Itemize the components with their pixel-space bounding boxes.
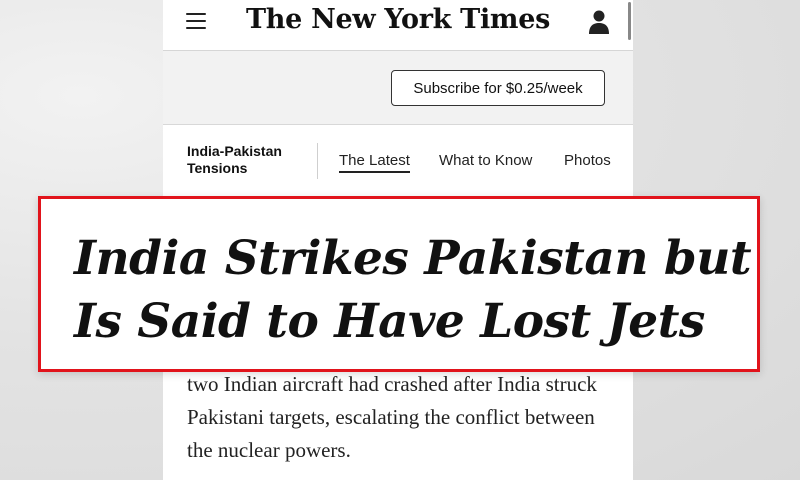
user-account-icon[interactable]: [587, 9, 611, 35]
top-bar: The New York Times: [163, 0, 633, 51]
scrollbar[interactable]: [628, 2, 631, 40]
subscribe-button[interactable]: Subscribe for $0.25/week: [391, 70, 605, 106]
tab-the-latest[interactable]: The Latest: [339, 152, 410, 173]
section-nav: India-Pakistan Tensions The Latest What …: [163, 125, 633, 195]
tab-what-to-know[interactable]: What to Know: [439, 152, 532, 169]
section-title[interactable]: India-Pakistan Tensions: [187, 143, 307, 177]
headline-highlight-box: India Strikes Pakistan but Is Said to Ha…: [38, 196, 760, 372]
article-summary: two Indian aircraft had crashed after In…: [187, 372, 597, 462]
nyt-logo[interactable]: The New York Times: [163, 4, 633, 35]
article-headline: India Strikes Pakistan but Is Said to Ha…: [74, 231, 752, 349]
tab-photos[interactable]: Photos: [564, 152, 611, 169]
nav-divider: [317, 143, 318, 179]
subscribe-bar: Subscribe for $0.25/week: [163, 51, 633, 125]
